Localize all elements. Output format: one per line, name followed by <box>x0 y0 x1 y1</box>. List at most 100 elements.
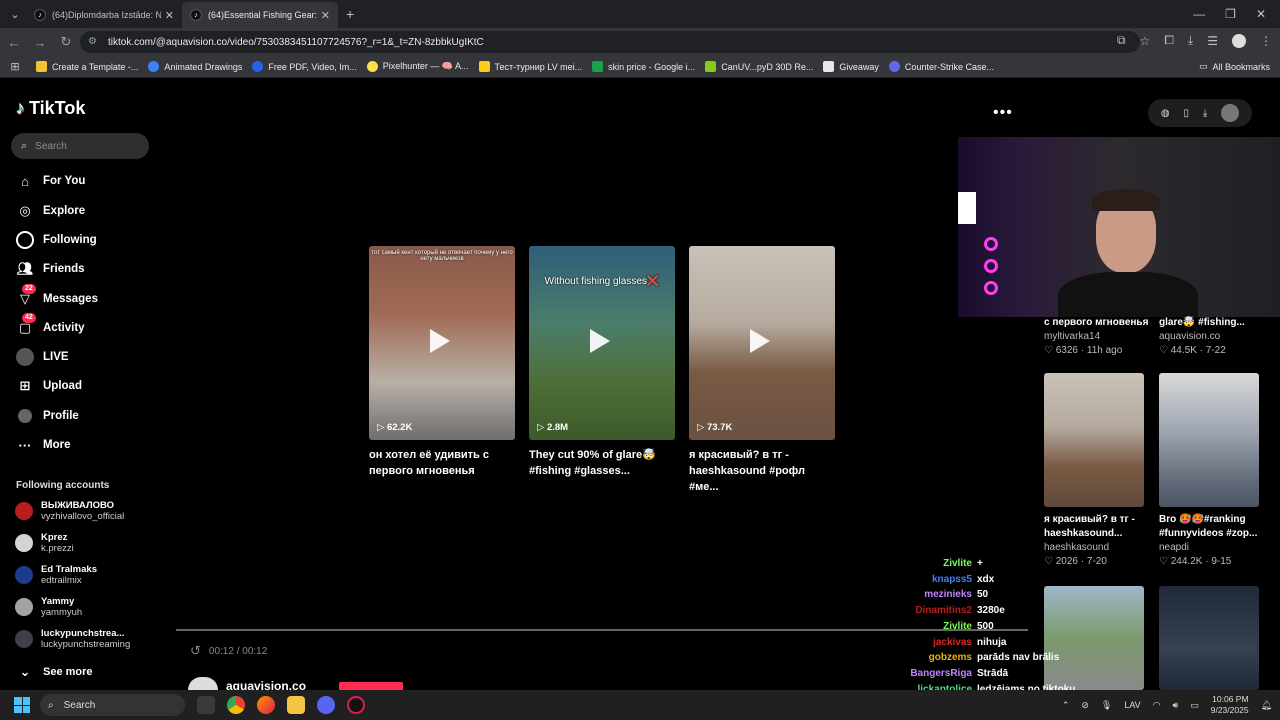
chrome-icon[interactable] <box>227 696 245 714</box>
nav-live[interactable]: LIVE <box>16 348 69 366</box>
nav-messages[interactable]: ▽ 22 Messages <box>16 284 98 308</box>
battery-icon[interactable]: ▭ <box>1190 700 1199 711</box>
chat-text: xdx <box>977 573 995 585</box>
reading-list-icon[interactable]: ☰ <box>1207 34 1218 48</box>
replay-icon[interactable]: ↺ <box>190 643 201 659</box>
video-caption[interactable]: он хотел её удивить с первого мгновенья <box>369 447 515 479</box>
microphone-icon[interactable]: 🎙︎ <box>1101 700 1112 711</box>
windows-start-icon[interactable] <box>14 697 30 713</box>
tab-close-icon[interactable]: ✕ <box>165 9 174 22</box>
bookmark-item[interactable]: Animated Drawings <box>148 61 242 72</box>
video-thumbnail[interactable]: Without fishing glasses❌ ▷ 2.8M <box>529 246 675 440</box>
extensions-icon[interactable]: ⧠ <box>1164 33 1174 48</box>
video-thumbnail[interactable]: ▷ 73.7K <box>689 246 835 440</box>
nav-more[interactable]: ··· More <box>16 436 71 454</box>
related-video-info[interactable]: Bro 🥵🥵#ranking #funnyvideos #zop... neap… <box>1159 513 1257 569</box>
video-thumbnail[interactable]: тот самый кент который не отвечает почем… <box>369 246 515 440</box>
discord-icon[interactable] <box>317 696 335 714</box>
bookmark-favicon-icon <box>478 61 490 72</box>
related-video-thumbnail[interactable] <box>1044 586 1144 690</box>
bookmark-item[interactable]: CanUV...pyD 30D Re... <box>705 61 813 72</box>
following-account[interactable]: Ed Tralmaks edtrailmix <box>15 564 97 586</box>
taskbar-search-input[interactable]: ⌕ Search <box>40 694 185 716</box>
avatar <box>15 630 33 648</box>
download-icon[interactable]: ⤓ <box>1188 33 1193 48</box>
address-bar[interactable]: ⚙ tiktok.com/@aquavision.co/video/753038… <box>80 31 1140 53</box>
firefox-icon[interactable] <box>257 696 275 714</box>
following-account[interactable]: luckypunchstrea... luckypunchstreaming <box>15 628 130 650</box>
fan-light <box>984 237 998 251</box>
see-more-button[interactable]: ⌄ See more <box>16 663 93 681</box>
following-account[interactable]: Yammy yammyuh <box>15 596 82 618</box>
tiktok-sidebar: ♪ TikTok ⌕ Search ⌂ For You ◎ Explore Foll… <box>0 80 162 690</box>
related-video-thumbnail[interactable] <box>1159 586 1259 690</box>
following-account[interactable]: ВЫЖИВАЛОВО vyzhivallovo_official <box>15 500 124 522</box>
download-app-icon[interactable]: ⤓ <box>1203 108 1207 119</box>
tab-search-icon[interactable]: ⌄ <box>4 3 26 25</box>
bookmark-item[interactable]: Giveaway <box>823 61 879 72</box>
bookmark-item[interactable]: Pixelhunter — 🧠 A... <box>366 61 469 72</box>
video-card[interactable]: тот самый кент который не отвечает почем… <box>369 246 515 479</box>
nav-explore[interactable]: ◎ Explore <box>16 202 85 220</box>
device-icon[interactable]: ▯ <box>1183 108 1189 119</box>
language-indicator[interactable]: LAV <box>1124 700 1140 710</box>
minimize-icon[interactable]: — <box>1193 7 1205 21</box>
volume-icon[interactable]: 🔊︎ <box>1173 700 1179 711</box>
author-name[interactable]: aquavision.co <box>226 679 306 690</box>
tiktok-logo[interactable]: ♪ TikTok <box>16 98 85 119</box>
back-icon[interactable]: ← <box>2 30 26 54</box>
tab-close-icon[interactable]: ✕ <box>321 9 330 22</box>
obs-icon[interactable] <box>347 696 365 714</box>
related-video-info[interactable]: я красивый? в тг - haeshkasound... haesh… <box>1044 513 1135 569</box>
chevron-up-icon[interactable]: ⌃ <box>1062 700 1070 711</box>
browser-menu-icon[interactable]: ⋮ <box>1260 34 1272 48</box>
video-card[interactable]: Without fishing glasses❌ ▷ 2.8M They cut… <box>529 246 675 479</box>
profile-avatar-icon[interactable] <box>1232 33 1246 48</box>
all-bookmarks-button[interactable]: ▭ All Bookmarks <box>1199 61 1270 72</box>
follow-button[interactable] <box>339 682 403 690</box>
notifications-icon[interactable]: 🔔︎ <box>1261 700 1272 711</box>
maximize-icon[interactable]: ❐ <box>1225 7 1236 21</box>
file-explorer-icon[interactable] <box>287 696 305 714</box>
browser-tab-2[interactable]: ♪ (64)Essential Fishing Gear: Top ✕ <box>182 2 338 28</box>
install-app-icon[interactable]: ⧉ <box>1117 33 1126 48</box>
following-account[interactable]: Kprez k.prezzi <box>15 532 74 554</box>
author-avatar[interactable] <box>188 677 218 690</box>
related-video-info[interactable]: glare🤯 #fishing... aquavision.co ♡ 44.5K… <box>1159 316 1245 358</box>
apps-grid-icon[interactable]: ⊞ <box>4 60 26 73</box>
bookmark-item[interactable]: Create a Template -... <box>36 61 138 72</box>
close-window-icon[interactable]: ✕ <box>1256 7 1266 21</box>
more-options-icon[interactable]: ••• <box>993 104 1013 122</box>
new-tab-icon[interactable]: + <box>346 6 354 22</box>
video-card[interactable]: ▷ 73.7K я красивый? в тг - haeshkasound #… <box>689 246 835 495</box>
reload-icon[interactable]: ↻ <box>54 30 78 54</box>
wifi-icon[interactable]: ◠ <box>1153 700 1161 711</box>
nav-activity[interactable]: ▢ 42 Activity <box>16 313 85 337</box>
bookmark-item[interactable]: skin price - Google i... <box>592 61 695 72</box>
profile-icon <box>16 407 34 425</box>
nav-for-you[interactable]: ⌂ For You <box>16 172 85 190</box>
forward-icon[interactable]: → <box>28 30 52 54</box>
related-video-thumbnail[interactable] <box>1159 373 1259 507</box>
network-icon[interactable]: ⊘ <box>1081 700 1089 711</box>
bookmark-item[interactable]: Free PDF, Video, Im... <box>252 61 357 72</box>
browser-tab-1[interactable]: ♪ (64)Diplomdarba Izstāde: Norm ✕ <box>26 2 182 28</box>
bookmark-item[interactable]: Counter-Strike Case... <box>888 61 994 72</box>
folder-icon: ▭ <box>1198 61 1208 71</box>
task-view-icon[interactable] <box>197 696 215 714</box>
nav-upload[interactable]: ⊞ Upload <box>16 377 82 395</box>
clock[interactable]: 10:06 PM 9/23/2025 <box>1211 694 1249 716</box>
related-video-info[interactable]: с первого мгновенья myltivarka14 ♡ 6326 … <box>1044 316 1148 358</box>
site-info-icon[interactable]: ⚙ <box>88 36 100 48</box>
bookmark-star-icon[interactable]: ☆ <box>1140 34 1151 48</box>
user-avatar[interactable] <box>1221 104 1240 122</box>
video-caption[interactable]: They cut 90% of glare🤯 #fishing #glasses.… <box>529 447 675 479</box>
search-input[interactable]: ⌕ Search <box>11 133 149 159</box>
related-video-thumbnail[interactable] <box>1044 373 1144 507</box>
nav-friends[interactable]: 👥︎ Friends <box>16 260 85 278</box>
nav-profile[interactable]: Profile <box>16 407 79 425</box>
coin-icon[interactable]: ◍ <box>1161 108 1170 119</box>
video-caption[interactable]: я красивый? в тг - haeshkasound #рофл #ме… <box>689 447 835 495</box>
nav-following[interactable]: Following <box>16 231 97 249</box>
bookmark-item[interactable]: Тест-турнир LV mei... <box>478 61 582 72</box>
